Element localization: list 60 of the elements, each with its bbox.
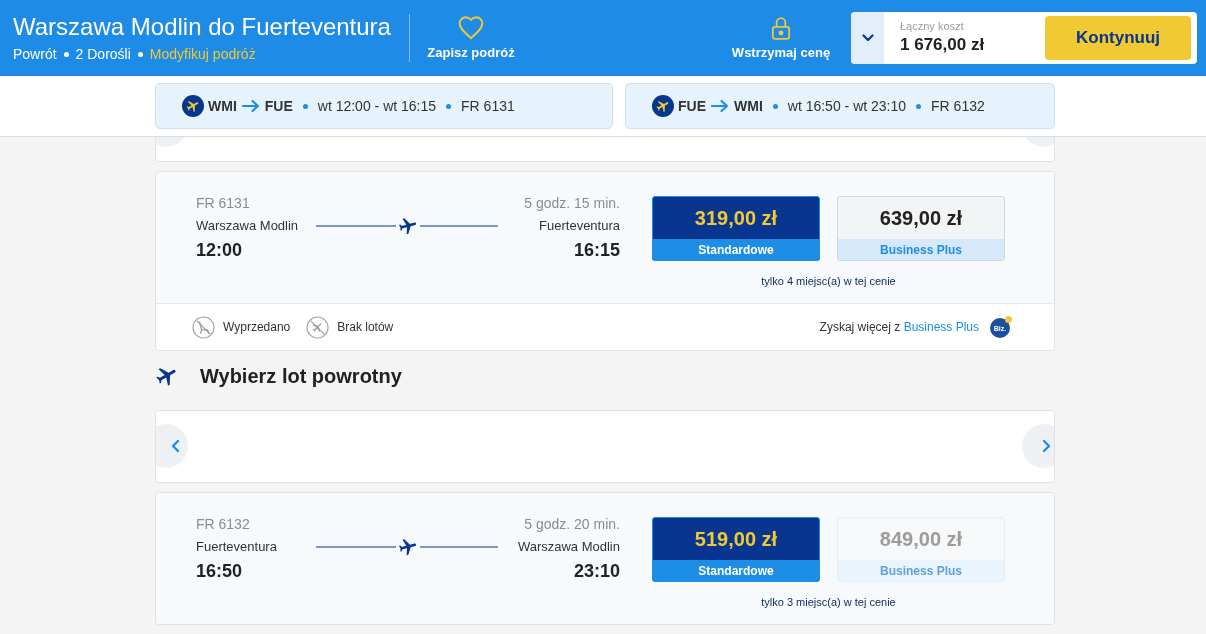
plane-icon [182,95,204,117]
trip-type: Powrót [13,45,57,63]
departure-time: 12:00 [196,240,244,260]
dot-icon [446,103,452,109]
modify-trip-link[interactable]: Modyfikuj podróż [149,45,256,63]
plane-icon [652,95,674,117]
previous-button[interactable] [156,424,188,468]
flight-number: FR 6131 [196,194,251,212]
chevron-left-icon [170,439,180,453]
destination-code: WMI [734,98,763,114]
next-button[interactable] [1022,424,1054,468]
fare-button[interactable]: 319,00 zł Standardowe [652,196,820,261]
fare-button[interactable]: 519,00 zł Standardowe [652,517,820,582]
flight-path-icon [316,216,498,236]
chevron-right-icon [1042,439,1052,453]
flight-number: FR 6131 [461,98,515,114]
total-amount: 1 676,00 zł [900,34,986,56]
flight-number: FR 6132 [931,98,985,114]
flight-times: wt 16:50 - wt 23:10 [787,98,907,114]
arrow-right-icon [710,99,730,113]
hold-price-button[interactable]: Wstrzymaj cenę [721,6,841,70]
origin-city: Warszawa Modlin [196,217,300,235]
destination-city: Fuerteventura [539,217,620,235]
dot-icon [137,51,143,57]
destination-city: Warszawa Modlin [517,538,620,556]
total-label: Łączny koszt [900,20,965,33]
business-plus-link[interactable]: Business Plus [903,320,979,334]
legend-label: Wyprzedano [223,320,291,334]
heart-icon [458,16,484,40]
origin-code: WMI [208,98,237,114]
seats-note: tylko 3 miejsc(a) w tej cenie [761,595,896,610]
dot-icon [63,51,69,57]
continue-button[interactable]: Kontynuuj [1045,16,1191,60]
destination-code: FUE [264,98,293,114]
dot-icon [916,103,922,109]
fare-button[interactable]: 639,00 zł Business Plus [837,196,1005,261]
flight-number: FR 6132 [196,515,251,533]
flight-path-icon [316,537,498,557]
origin-code: FUE [678,98,706,114]
arrival-time: 23:10 [573,561,620,581]
dot-icon [302,103,308,109]
chevron-down-icon [861,34,874,42]
crossed-seat-icon [192,315,215,339]
section-title: Wybierz lot powrotny [200,364,402,388]
arrow-right-icon [240,99,261,113]
flight-duration: 5 godz. 15 min. [524,194,620,212]
passengers-text: 2 Dorośli [75,45,131,63]
save-trip-button[interactable]: Zapisz podróż [410,6,532,70]
seats-note: tylko 4 miejsc(a) w tej cenie [761,274,896,289]
crossed-plane-icon [306,315,330,339]
arrival-time: 16:15 [573,240,620,260]
dot-icon [772,103,778,109]
expand-button[interactable] [851,12,884,64]
flight-times: wt 12:00 - wt 16:15 [317,98,437,114]
flight-duration: 5 godz. 20 min. [524,515,620,533]
trip-title: Warszawa Modlin do Fuerteventura [13,13,392,41]
upsell-text: Zyskaj więcej z Business Plus [819,320,979,334]
departure-time: 16:50 [196,561,244,581]
origin-city: Fuerteventura [196,538,278,556]
legend-label: Brak lotów [337,320,394,334]
